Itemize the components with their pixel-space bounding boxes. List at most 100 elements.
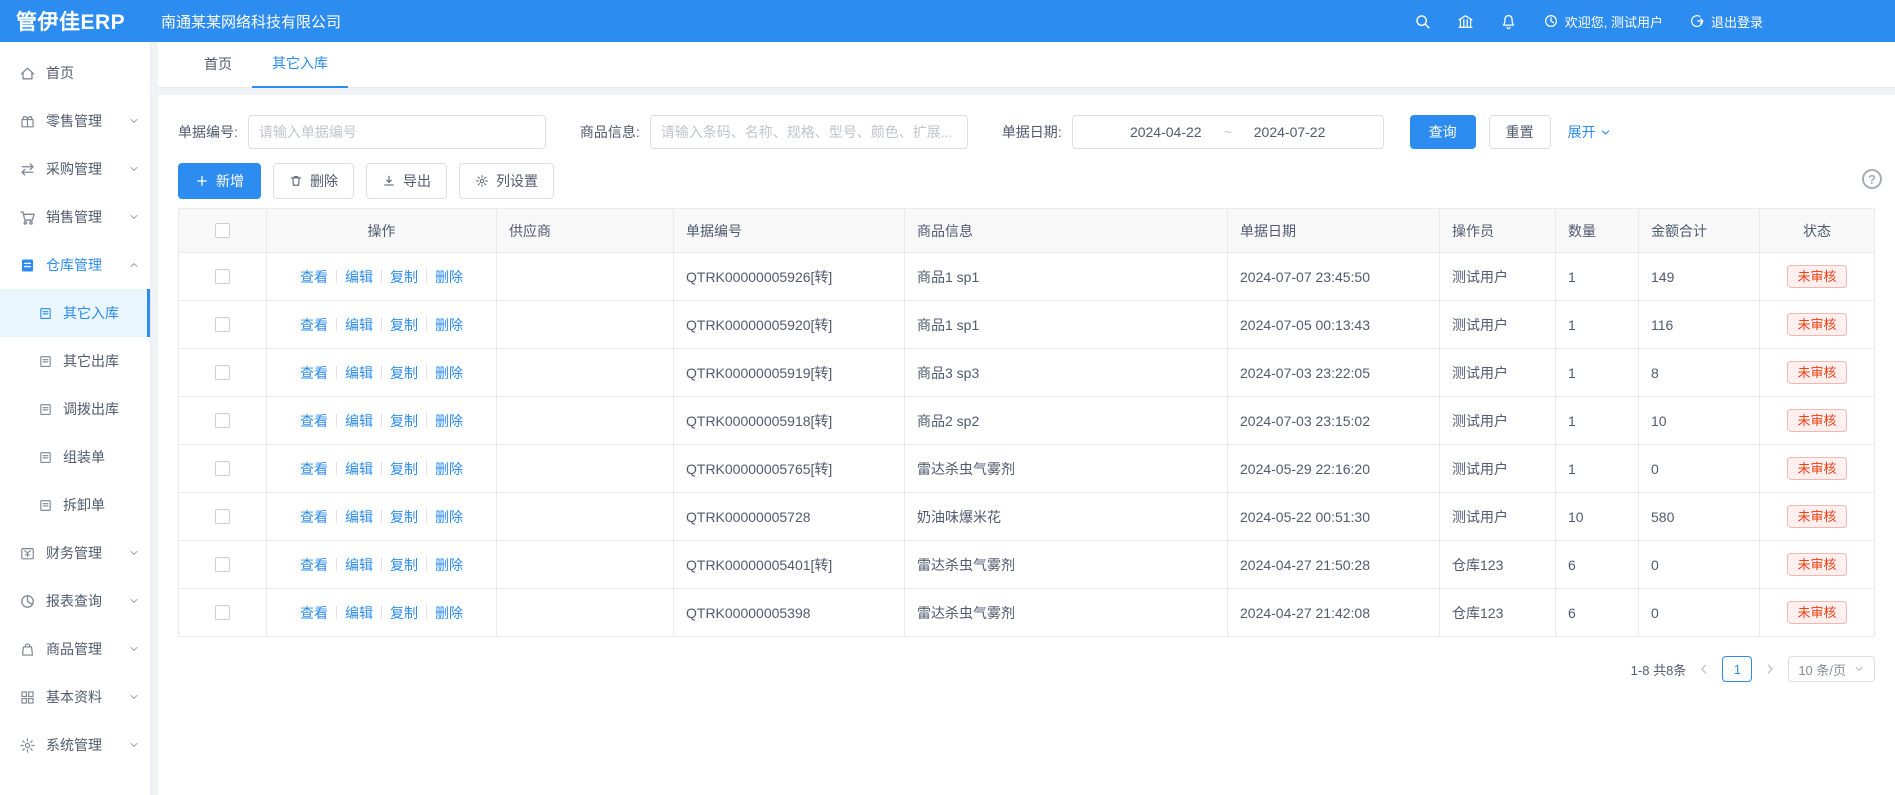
delete-link[interactable]: 删除 xyxy=(435,507,463,527)
tab-other-inbound[interactable]: 其它入库 xyxy=(252,53,348,88)
copy-link[interactable]: 复制 xyxy=(390,459,418,479)
edit-link[interactable]: 编辑 xyxy=(345,267,373,287)
view-link[interactable]: 查看 xyxy=(300,315,328,335)
status-cell: 未审核 xyxy=(1760,253,1874,301)
operator-cell: 测试用户 xyxy=(1440,253,1556,301)
amount-cell: 149 xyxy=(1639,253,1760,301)
row-checkbox[interactable] xyxy=(215,269,230,284)
search-button[interactable]: 查询 xyxy=(1410,115,1476,149)
view-link[interactable]: 查看 xyxy=(300,459,328,479)
delete-link[interactable]: 删除 xyxy=(435,411,463,431)
product-cell: 商品2 sp2 xyxy=(905,397,1228,445)
edit-link[interactable]: 编辑 xyxy=(345,507,373,527)
amount-cell: 0 xyxy=(1639,445,1760,493)
sidebar-item-home[interactable]: 首页 xyxy=(0,49,150,97)
operator-cell: 测试用户 xyxy=(1440,445,1556,493)
operator-cell: 仓库123 xyxy=(1440,541,1556,589)
sidebar-item-reports[interactable]: 报表查询 xyxy=(0,577,150,625)
next-page-icon[interactable] xyxy=(1763,662,1777,676)
grid-icon xyxy=(19,689,36,706)
copy-link[interactable]: 复制 xyxy=(390,555,418,575)
row-checkbox[interactable] xyxy=(215,557,230,572)
product-input[interactable] xyxy=(650,115,968,149)
help-icon[interactable]: ? xyxy=(1862,169,1882,189)
row-checkbox[interactable] xyxy=(215,317,230,332)
delete-link[interactable]: 删除 xyxy=(435,315,463,335)
row-actions-cell: 查看编辑复制删除 xyxy=(267,301,497,349)
sidebar-item-basic-data[interactable]: 基本资料 xyxy=(0,673,150,721)
page-size-select[interactable]: 10 条/页 xyxy=(1788,656,1875,682)
delete-link[interactable]: 删除 xyxy=(435,363,463,383)
sidebar-item-retail[interactable]: 零售管理 xyxy=(0,97,150,145)
sidebar-item-label: 组装单 xyxy=(63,447,140,467)
view-link[interactable]: 查看 xyxy=(300,363,328,383)
view-link[interactable]: 查看 xyxy=(300,555,328,575)
copy-link[interactable]: 复制 xyxy=(390,411,418,431)
edit-link[interactable]: 编辑 xyxy=(345,459,373,479)
bank-icon[interactable] xyxy=(1457,13,1474,30)
row-checkbox[interactable] xyxy=(215,365,230,380)
copy-link[interactable]: 复制 xyxy=(390,315,418,335)
reset-button[interactable]: 重置 xyxy=(1489,115,1551,149)
copy-link[interactable]: 复制 xyxy=(390,267,418,287)
amount-cell: 10 xyxy=(1639,397,1760,445)
edit-link[interactable]: 编辑 xyxy=(345,603,373,623)
delete-link[interactable]: 删除 xyxy=(435,267,463,287)
sidebar-item-purchase[interactable]: 采购管理 xyxy=(0,145,150,193)
view-link[interactable]: 查看 xyxy=(300,603,328,623)
date-range-picker[interactable]: 2024-04-22 ~ 2024-07-22 xyxy=(1072,115,1384,149)
select-all-checkbox[interactable] xyxy=(215,223,230,238)
sidebar-item-label: 仓库管理 xyxy=(46,255,128,275)
expand-toggle[interactable]: 展开 xyxy=(1568,122,1612,142)
gear-icon xyxy=(19,737,36,754)
search-icon[interactable] xyxy=(1414,13,1431,30)
sidebar-item-sales[interactable]: 销售管理 xyxy=(0,193,150,241)
copy-link[interactable]: 复制 xyxy=(390,507,418,527)
sidebar-item-transfer-outbound[interactable]: 调拨出库 xyxy=(0,385,150,433)
row-checkbox[interactable] xyxy=(215,413,230,428)
chevron-down-icon xyxy=(128,691,140,703)
bell-icon[interactable] xyxy=(1500,13,1517,30)
page-number-button[interactable]: 1 xyxy=(1722,656,1752,682)
copy-link[interactable]: 复制 xyxy=(390,363,418,383)
status-cell: 未审核 xyxy=(1760,589,1874,637)
sidebar-item-finance[interactable]: 财务管理 xyxy=(0,529,150,577)
delete-link[interactable]: 删除 xyxy=(435,555,463,575)
divider xyxy=(381,606,382,619)
qty-cell: 1 xyxy=(1556,301,1639,349)
edit-link[interactable]: 编辑 xyxy=(345,315,373,335)
col-actions: 操作 xyxy=(267,209,497,253)
view-link[interactable]: 查看 xyxy=(300,411,328,431)
edit-link[interactable]: 编辑 xyxy=(345,555,373,575)
user-welcome[interactable]: 欢迎您, 测试用户 xyxy=(1543,12,1663,31)
row-checkbox[interactable] xyxy=(215,509,230,524)
column-settings-button[interactable]: 列设置 xyxy=(459,163,554,199)
sidebar-item-goods[interactable]: 商品管理 xyxy=(0,625,150,673)
export-button[interactable]: 导出 xyxy=(366,163,447,199)
prev-page-icon[interactable] xyxy=(1697,662,1711,676)
view-link[interactable]: 查看 xyxy=(300,507,328,527)
delete-link[interactable]: 删除 xyxy=(435,459,463,479)
copy-link[interactable]: 复制 xyxy=(390,603,418,623)
row-checkbox[interactable] xyxy=(215,461,230,476)
supplier-cell xyxy=(497,349,674,397)
row-checkbox[interactable] xyxy=(215,605,230,620)
delete-button[interactable]: 删除 xyxy=(273,163,354,199)
sidebar-item-system[interactable]: 系统管理 xyxy=(0,721,150,769)
tab-home[interactable]: 首页 xyxy=(184,54,252,87)
sidebar-item-other-outbound[interactable]: 其它出库 xyxy=(0,337,150,385)
add-button[interactable]: 新增 xyxy=(178,163,261,199)
view-link[interactable]: 查看 xyxy=(300,267,328,287)
edit-link[interactable]: 编辑 xyxy=(345,363,373,383)
row-actions-cell: 查看编辑复制删除 xyxy=(267,541,497,589)
sidebar-item-disassembly[interactable]: 拆卸单 xyxy=(0,481,150,529)
sidebar-item-other-inbound[interactable]: 其它入库 xyxy=(0,289,150,337)
table-row: 查看编辑复制删除 QTRK00000005765[转] 雷达杀虫气雾剂 2024… xyxy=(179,445,1874,493)
sidebar-item-assembly[interactable]: 组装单 xyxy=(0,433,150,481)
logout-button[interactable]: 退出登录 xyxy=(1689,12,1763,31)
sidebar-item-warehouse[interactable]: 仓库管理 xyxy=(0,241,150,289)
docno-input[interactable] xyxy=(248,115,546,149)
edit-link[interactable]: 编辑 xyxy=(345,411,373,431)
col-status: 状态 xyxy=(1760,209,1874,253)
delete-link[interactable]: 删除 xyxy=(435,603,463,623)
